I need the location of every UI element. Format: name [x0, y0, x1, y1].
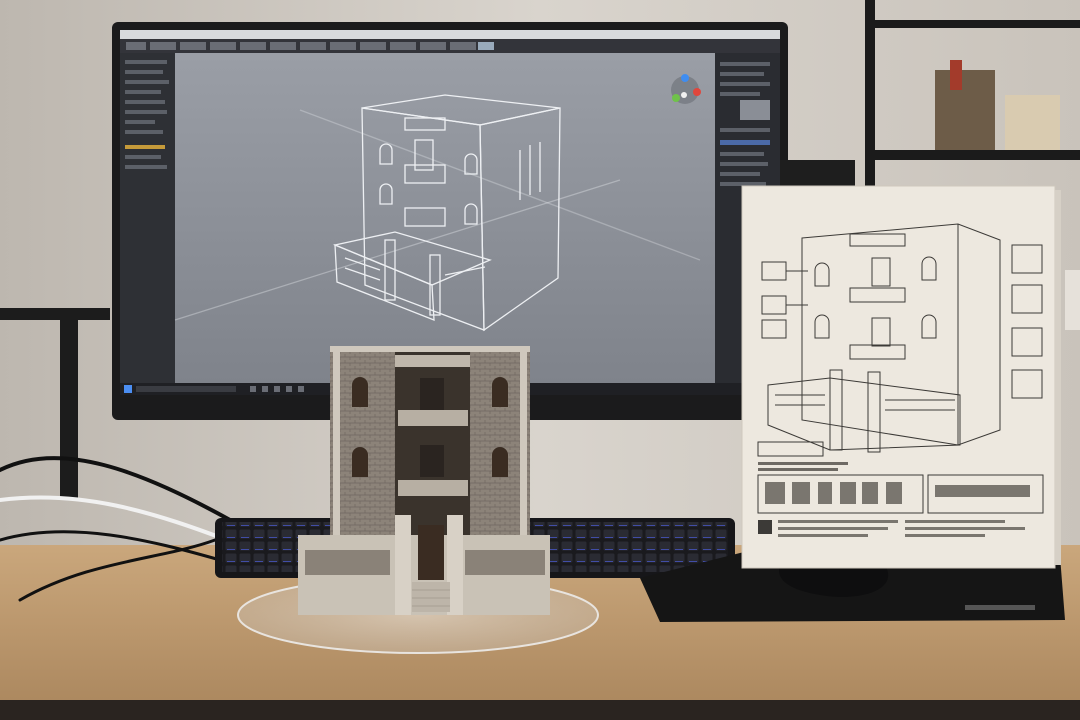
instruction-box: [741, 185, 1061, 569]
desk-scene-photo: [0, 0, 1080, 720]
monitor-arm: [0, 308, 110, 320]
building-model: [298, 346, 550, 615]
